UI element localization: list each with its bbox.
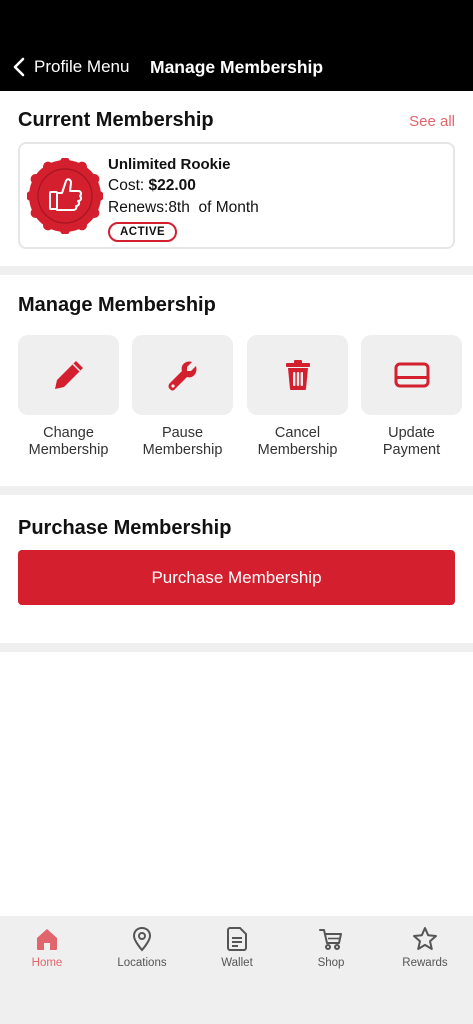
tab-home[interactable]: Home [0, 924, 94, 969]
cost-label: Cost: [108, 177, 145, 194]
current-membership-card[interactable]: Unlimited Rookie Cost: $22.00 Renews:8th… [18, 142, 455, 249]
section-divider [0, 643, 473, 652]
wrench-icon [168, 361, 196, 391]
label-line1: Update [388, 425, 435, 441]
section-divider [0, 266, 473, 275]
home-icon [37, 929, 57, 950]
tab-label: Shop [317, 957, 345, 969]
top-navigation-bar: Profile Menu Manage Membership [0, 0, 473, 91]
tab-rewards[interactable]: Rewards [378, 924, 472, 969]
back-label: Profile Menu [34, 57, 130, 76]
membership-cost: Cost: $22.00 [108, 175, 259, 196]
document-icon [227, 927, 247, 951]
update-payment-label: Update Payment [361, 425, 462, 459]
current-membership-heading: Current Membership [18, 109, 214, 131]
cost-value: $22.00 [148, 177, 196, 194]
update-payment-tile[interactable] [361, 335, 462, 415]
tab-shop[interactable]: Shop [284, 924, 378, 969]
pause-membership-label: Pause Membership [132, 425, 233, 459]
trash-icon [285, 360, 310, 390]
label-line2: Membership [28, 442, 109, 458]
tab-label: Locations [117, 957, 167, 969]
label-line2: Membership [142, 442, 223, 458]
change-membership-tile[interactable] [18, 335, 119, 415]
tab-label: Rewards [402, 957, 448, 969]
tab-wallet[interactable]: Wallet [190, 924, 284, 969]
purchase-membership-heading: Purchase Membership [18, 517, 232, 539]
label-line1: Pause [161, 425, 204, 441]
bottom-tab-bar: Home Locations Wallet Shop Rewards [0, 916, 473, 1024]
page-title: Manage Membership [150, 57, 324, 77]
tab-label: Wallet [221, 957, 253, 969]
cancel-membership-label: Cancel Membership [247, 425, 348, 459]
label-line1: Change [43, 425, 94, 441]
update-payment-button[interactable]: Update Payment [361, 335, 462, 459]
renews-value: 8th of Month [168, 199, 259, 216]
manage-membership-heading: Manage Membership [18, 294, 216, 316]
cart-icon [319, 929, 342, 950]
thumbs-up-badge-icon [27, 158, 103, 234]
tab-label: Home [31, 957, 63, 969]
purchase-membership-button[interactable]: Purchase Membership [18, 550, 455, 605]
location-pin-icon [132, 926, 152, 952]
card-icon [394, 362, 429, 388]
see-all-link[interactable]: See all [409, 113, 455, 130]
pause-membership-tile[interactable] [132, 335, 233, 415]
manage-actions: Change Membership Pause Membership Cance… [18, 335, 464, 465]
tab-locations[interactable]: Locations [95, 924, 189, 969]
star-icon [413, 927, 437, 950]
pause-membership-button[interactable]: Pause Membership [132, 335, 233, 459]
pencil-icon [54, 361, 83, 389]
renews-label: Renews: [108, 199, 169, 216]
label-line2: Payment [382, 442, 441, 458]
status-badge: ACTIVE [108, 222, 178, 242]
label-line1: Cancel [274, 425, 321, 441]
change-membership-button[interactable]: Change Membership [18, 335, 119, 459]
chevron-left-icon [13, 57, 25, 77]
section-divider [0, 486, 473, 495]
membership-renewal: Renews:8th of Month [108, 197, 259, 218]
membership-name: Unlimited Rookie [108, 156, 231, 173]
cancel-membership-button[interactable]: Cancel Membership [247, 335, 348, 459]
label-line2: Membership [257, 442, 338, 458]
cancel-membership-tile[interactable] [247, 335, 348, 415]
change-membership-label: Change Membership [18, 425, 119, 459]
back-button[interactable]: Profile Menu [12, 56, 129, 78]
